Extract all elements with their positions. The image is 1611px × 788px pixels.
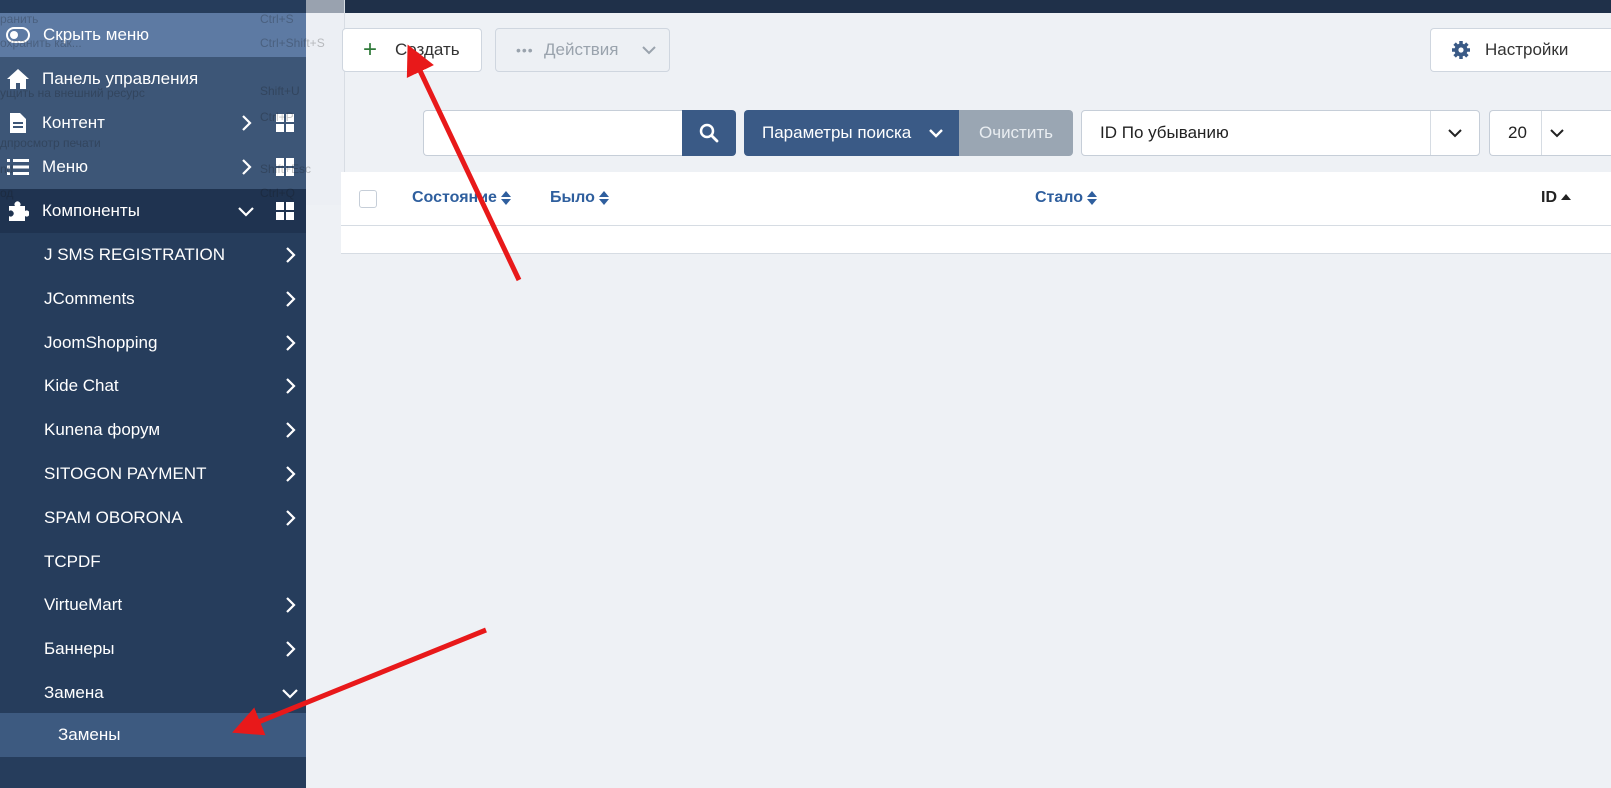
select-divider <box>1541 111 1542 155</box>
chevron-right-icon <box>286 641 296 657</box>
chevron-down-icon <box>642 46 656 55</box>
sidebar-item-label: TCPDF <box>44 551 101 571</box>
sort-select-value: ID По убыванию <box>1100 123 1229 142</box>
gear-icon <box>1452 41 1470 59</box>
sidebar-item-label: Скрыть меню <box>43 25 150 44</box>
column-header-label: Состояние <box>412 189 497 206</box>
select-divider <box>1430 111 1431 155</box>
chevron-right-icon <box>286 247 296 263</box>
search-icon <box>699 123 719 143</box>
sidebar-item-components[interactable]: Компоненты <box>0 189 306 233</box>
search-button[interactable] <box>682 110 736 156</box>
sidebar-subitem[interactable]: JComments <box>0 277 306 321</box>
search-options-button[interactable]: Параметры поиска <box>744 110 960 156</box>
chevron-right-icon <box>286 378 296 395</box>
sidebar-subitem[interactable]: JoomShopping <box>0 321 306 365</box>
ghost-panel <box>306 0 345 205</box>
column-header-id[interactable]: ID <box>1541 189 1572 207</box>
sidebar: Скрыть меню Панель управления Контент Ме… <box>0 0 306 788</box>
actions-button-label: Действия <box>544 40 619 59</box>
sidebar-item-label: Kunena форум <box>44 420 161 440</box>
list-icon <box>6 155 30 179</box>
sidebar-subitem[interactable]: Баннеры <box>0 627 306 671</box>
chevron-right-icon <box>286 291 296 307</box>
chevron-right-icon <box>286 597 296 614</box>
top-header-strip <box>306 0 1611 13</box>
create-button-label: Создать <box>395 40 460 59</box>
dashboard-grid-icon[interactable] <box>275 201 295 221</box>
sidebar-item-label: Меню <box>42 157 88 176</box>
column-header-was[interactable]: Было <box>550 189 610 207</box>
limit-select[interactable]: 20 <box>1489 110 1611 156</box>
chevron-right-icon <box>286 334 296 351</box>
sidebar-item-label: JComments <box>44 288 135 308</box>
chevron-right-icon <box>242 115 252 131</box>
sidebar-item-label: Контент <box>42 113 105 132</box>
puzzle-icon <box>6 199 30 223</box>
sidebar-subitem[interactable]: Kunena форум <box>0 408 306 452</box>
column-header-became[interactable]: Стало <box>1035 189 1098 207</box>
sidebar-item-content[interactable]: Контент <box>0 101 306 145</box>
plus-icon: + <box>363 36 378 63</box>
table-header: Состояние Было Стало ID <box>341 172 1611 226</box>
sidebar-item-label: Замены <box>58 725 121 744</box>
sidebar-item-label: VirtueMart <box>44 595 123 615</box>
chevron-right-icon <box>286 422 296 438</box>
sort-icon <box>500 191 511 205</box>
home-icon <box>6 67 30 91</box>
column-header-label: Было <box>550 189 595 206</box>
sidebar-subitem[interactable]: SITOGON PAYMENT <box>0 452 306 496</box>
sidebar-item-label: Баннеры <box>44 639 115 659</box>
sidebar-item-label: Kide Chat <box>44 376 119 396</box>
items-table: Состояние Было Стало ID <box>341 172 1611 254</box>
limit-select-value: 20 <box>1508 123 1527 142</box>
sidebar-subitem[interactable]: SPAM OBORONA <box>0 496 306 540</box>
sidebar-subitem[interactable]: VirtueMart <box>0 583 306 627</box>
chevron-down-icon <box>1448 129 1462 138</box>
actions-button[interactable]: ••• Действия <box>495 28 670 72</box>
sidebar-item-label: Замена <box>44 683 104 702</box>
search-options-label: Параметры поиска <box>762 123 912 142</box>
sidebar-item-label: Компоненты <box>42 201 140 220</box>
dashboard-grid-icon[interactable] <box>275 157 295 177</box>
sidebar-item-label: J SMS REGISTRATION <box>44 245 226 264</box>
sort-icon <box>1087 191 1098 205</box>
sidebar-item-label: SPAM OBORONA <box>44 507 183 527</box>
column-header-label: Стало <box>1035 189 1084 206</box>
sidebar-subitem-active[interactable]: Замены <box>0 713 306 757</box>
sidebar-subitem[interactable]: Kide Chat <box>0 364 306 408</box>
column-header-label: ID <box>1541 189 1557 206</box>
sidebar-subitem[interactable]: Замена <box>0 671 306 715</box>
chevron-down-icon <box>282 689 298 699</box>
select-all-checkbox[interactable] <box>359 190 377 208</box>
create-button[interactable]: + Создать <box>342 28 482 72</box>
clear-button[interactable]: Очистить <box>959 110 1073 156</box>
sidebar-subitem[interactable]: J SMS REGISTRATION <box>0 233 306 277</box>
sidebar-item-label: SITOGON PAYMENT <box>44 464 207 483</box>
chevron-right-icon <box>242 159 252 175</box>
dashboard-grid-icon[interactable] <box>275 113 295 133</box>
sort-up-icon <box>1561 194 1571 200</box>
chevron-down-icon <box>1550 129 1564 138</box>
sort-icon <box>598 191 609 205</box>
settings-button-label: Настройки <box>1485 40 1569 59</box>
sidebar-item-label: Панель управления <box>42 69 199 88</box>
chevron-right-icon <box>286 510 296 526</box>
sidebar-subitem[interactable]: TCPDF <box>0 540 306 584</box>
file-icon <box>6 111 30 135</box>
toggle-icon <box>6 23 30 47</box>
chevron-right-icon <box>286 466 296 482</box>
chevron-down-icon <box>929 129 943 138</box>
chevron-down-icon <box>238 207 254 217</box>
sidebar-item-hide-menu[interactable]: Скрыть меню <box>0 13 306 57</box>
sidebar-item-label: JoomShopping <box>44 332 158 352</box>
search-input[interactable] <box>423 110 683 156</box>
sidebar-item-menu[interactable]: Меню <box>0 145 306 189</box>
sort-select[interactable]: ID По убыванию <box>1081 110 1480 156</box>
sidebar-item-dashboard[interactable]: Панель управления <box>0 57 306 101</box>
ellipsis-icon: ••• <box>516 42 534 58</box>
settings-button[interactable]: Настройки <box>1430 28 1611 72</box>
column-header-state[interactable]: Состояние <box>412 189 512 207</box>
